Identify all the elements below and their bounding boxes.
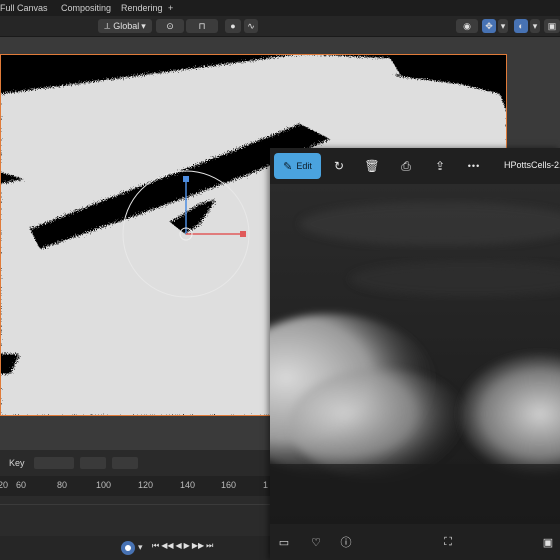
rotate-icon[interactable]: ↻ [330,157,348,175]
print-icon[interactable]: ⎙ [397,157,415,175]
jump-start-icon[interactable]: ⏮ [152,541,159,555]
snap-icon: ⊓ [198,20,206,31]
tab-compositing[interactable]: Compositing [61,3,111,13]
image-display[interactable] [270,184,560,530]
overlay-dropdown[interactable]: ▾ [530,19,540,33]
overlay-toggle[interactable]: ◐ [514,19,528,33]
photos-viewer-window: ✎ Edit ↻ 🗑 ⎙ ⇪ ••• HPottsCells-2.p [270,148,560,560]
gizmo-y-handle [183,176,189,182]
frame-tick: 80 [57,480,68,490]
cloud-photo [270,184,560,530]
info-icon[interactable]: ⓘ [338,534,354,550]
eye-icon: ◉ [463,20,471,31]
transform-gizmo[interactable] [118,170,258,310]
timeline-header: Key [0,450,270,476]
frame-tick: 60 [16,480,27,490]
proportional-icon: ● [230,21,236,31]
timeline-track-area[interactable] [0,496,270,536]
play-reverse-icon[interactable]: ◀ [176,541,182,555]
prev-keyframe-icon[interactable]: ◀◀ [161,541,173,555]
playback-controls: ▾ ⏮ ◀◀ ◀ ▶ ▶▶ ⏭ [0,536,270,560]
play-icon[interactable]: ▶ [184,541,190,555]
frame-tick: 160 [221,480,237,490]
shading-mode[interactable]: ▣ [544,19,560,33]
gizmo-x-handle [240,231,246,237]
chevron-down-icon: ▾ [532,20,538,31]
falloff-select[interactable]: ∿ [244,19,258,33]
orientation-icon: ⟂ [104,20,111,31]
transport-buttons: ⏮ ◀◀ ◀ ▶ ▶▶ ⏭ [152,541,224,555]
pivot-point-select[interactable]: ⊙ [156,19,184,33]
fit-icon[interactable]: ⛶ [440,534,456,550]
share-icon[interactable]: ⇪ [431,157,449,175]
photos-toolbar: ✎ Edit ↻ 🗑 ⎙ ⇪ ••• HPottsCells-2.p [270,148,560,184]
edit-image-icon: ✎ [283,160,293,173]
timeline-ruler[interactable]: 20 60 80 100 120 140 160 1 [0,476,270,496]
viewport-header: ⟂ Global ▾ ⊙ ⊓ ● ∿ ◉ ✥ ▾ ◐ ▾ ▣ [0,16,560,37]
orientation-value: Global [113,21,140,31]
transform-orientation-select[interactable]: ⟂ Global ▾ [98,19,152,33]
edit-label: Edit [296,161,312,171]
frame-tick: 120 [138,480,154,490]
key-option-select[interactable] [112,457,138,469]
edit-button[interactable]: ✎ Edit [274,153,321,179]
tab-full-canvas[interactable]: Full Canvas [0,3,48,13]
snap-toggle[interactable]: ⊓ [186,19,218,33]
frame-tick: 100 [96,480,112,490]
jump-end-icon[interactable]: ⏭ [206,541,213,555]
visibility-select[interactable]: ◉ [456,19,478,33]
workspace-tabbar: Full Canvas Compositing Rendering + [0,0,560,16]
photos-bottom-bar: ▭ ♡ ⓘ ⛶ ▣ [270,524,560,560]
next-keyframe-icon[interactable]: ▶▶ [192,541,204,555]
proportional-edit-toggle[interactable]: ● [225,19,241,33]
record-icon [125,545,131,551]
key-mode-select[interactable] [80,457,106,469]
frame-tick: 1 [263,480,269,490]
slideshow-icon[interactable]: ▣ [540,534,556,550]
chevron-down-icon: ▾ [500,20,506,31]
pivot-icon: ⊙ [166,20,174,31]
more-icon[interactable]: ••• [465,157,483,175]
chevron-down-icon: ▾ [141,20,146,31]
record-button[interactable] [121,541,135,555]
gizmo-icon: ✥ [485,20,493,31]
gizmo-toggle[interactable]: ✥ [482,19,496,33]
favorite-icon[interactable]: ♡ [308,534,324,550]
gizmo-dropdown[interactable]: ▾ [498,19,508,33]
track-divider [0,504,270,505]
key-select[interactable] [34,457,74,469]
filmstrip-icon[interactable]: ▭ [276,534,292,550]
delete-icon[interactable]: 🗑 [363,157,381,175]
tab-rendering[interactable]: Rendering [121,3,163,13]
frame-tick: 20 [0,480,9,490]
falloff-icon: ∿ [247,20,255,31]
add-workspace-button[interactable]: + [168,3,173,13]
image-file-name: HPottsCells-2.p [504,160,560,170]
key-label: Key [9,458,25,468]
overlay-icon: ◐ [518,21,524,31]
frame-tick: 140 [180,480,196,490]
shading-icon: ▣ [547,20,557,31]
chevron-down-icon[interactable]: ▾ [138,542,143,553]
